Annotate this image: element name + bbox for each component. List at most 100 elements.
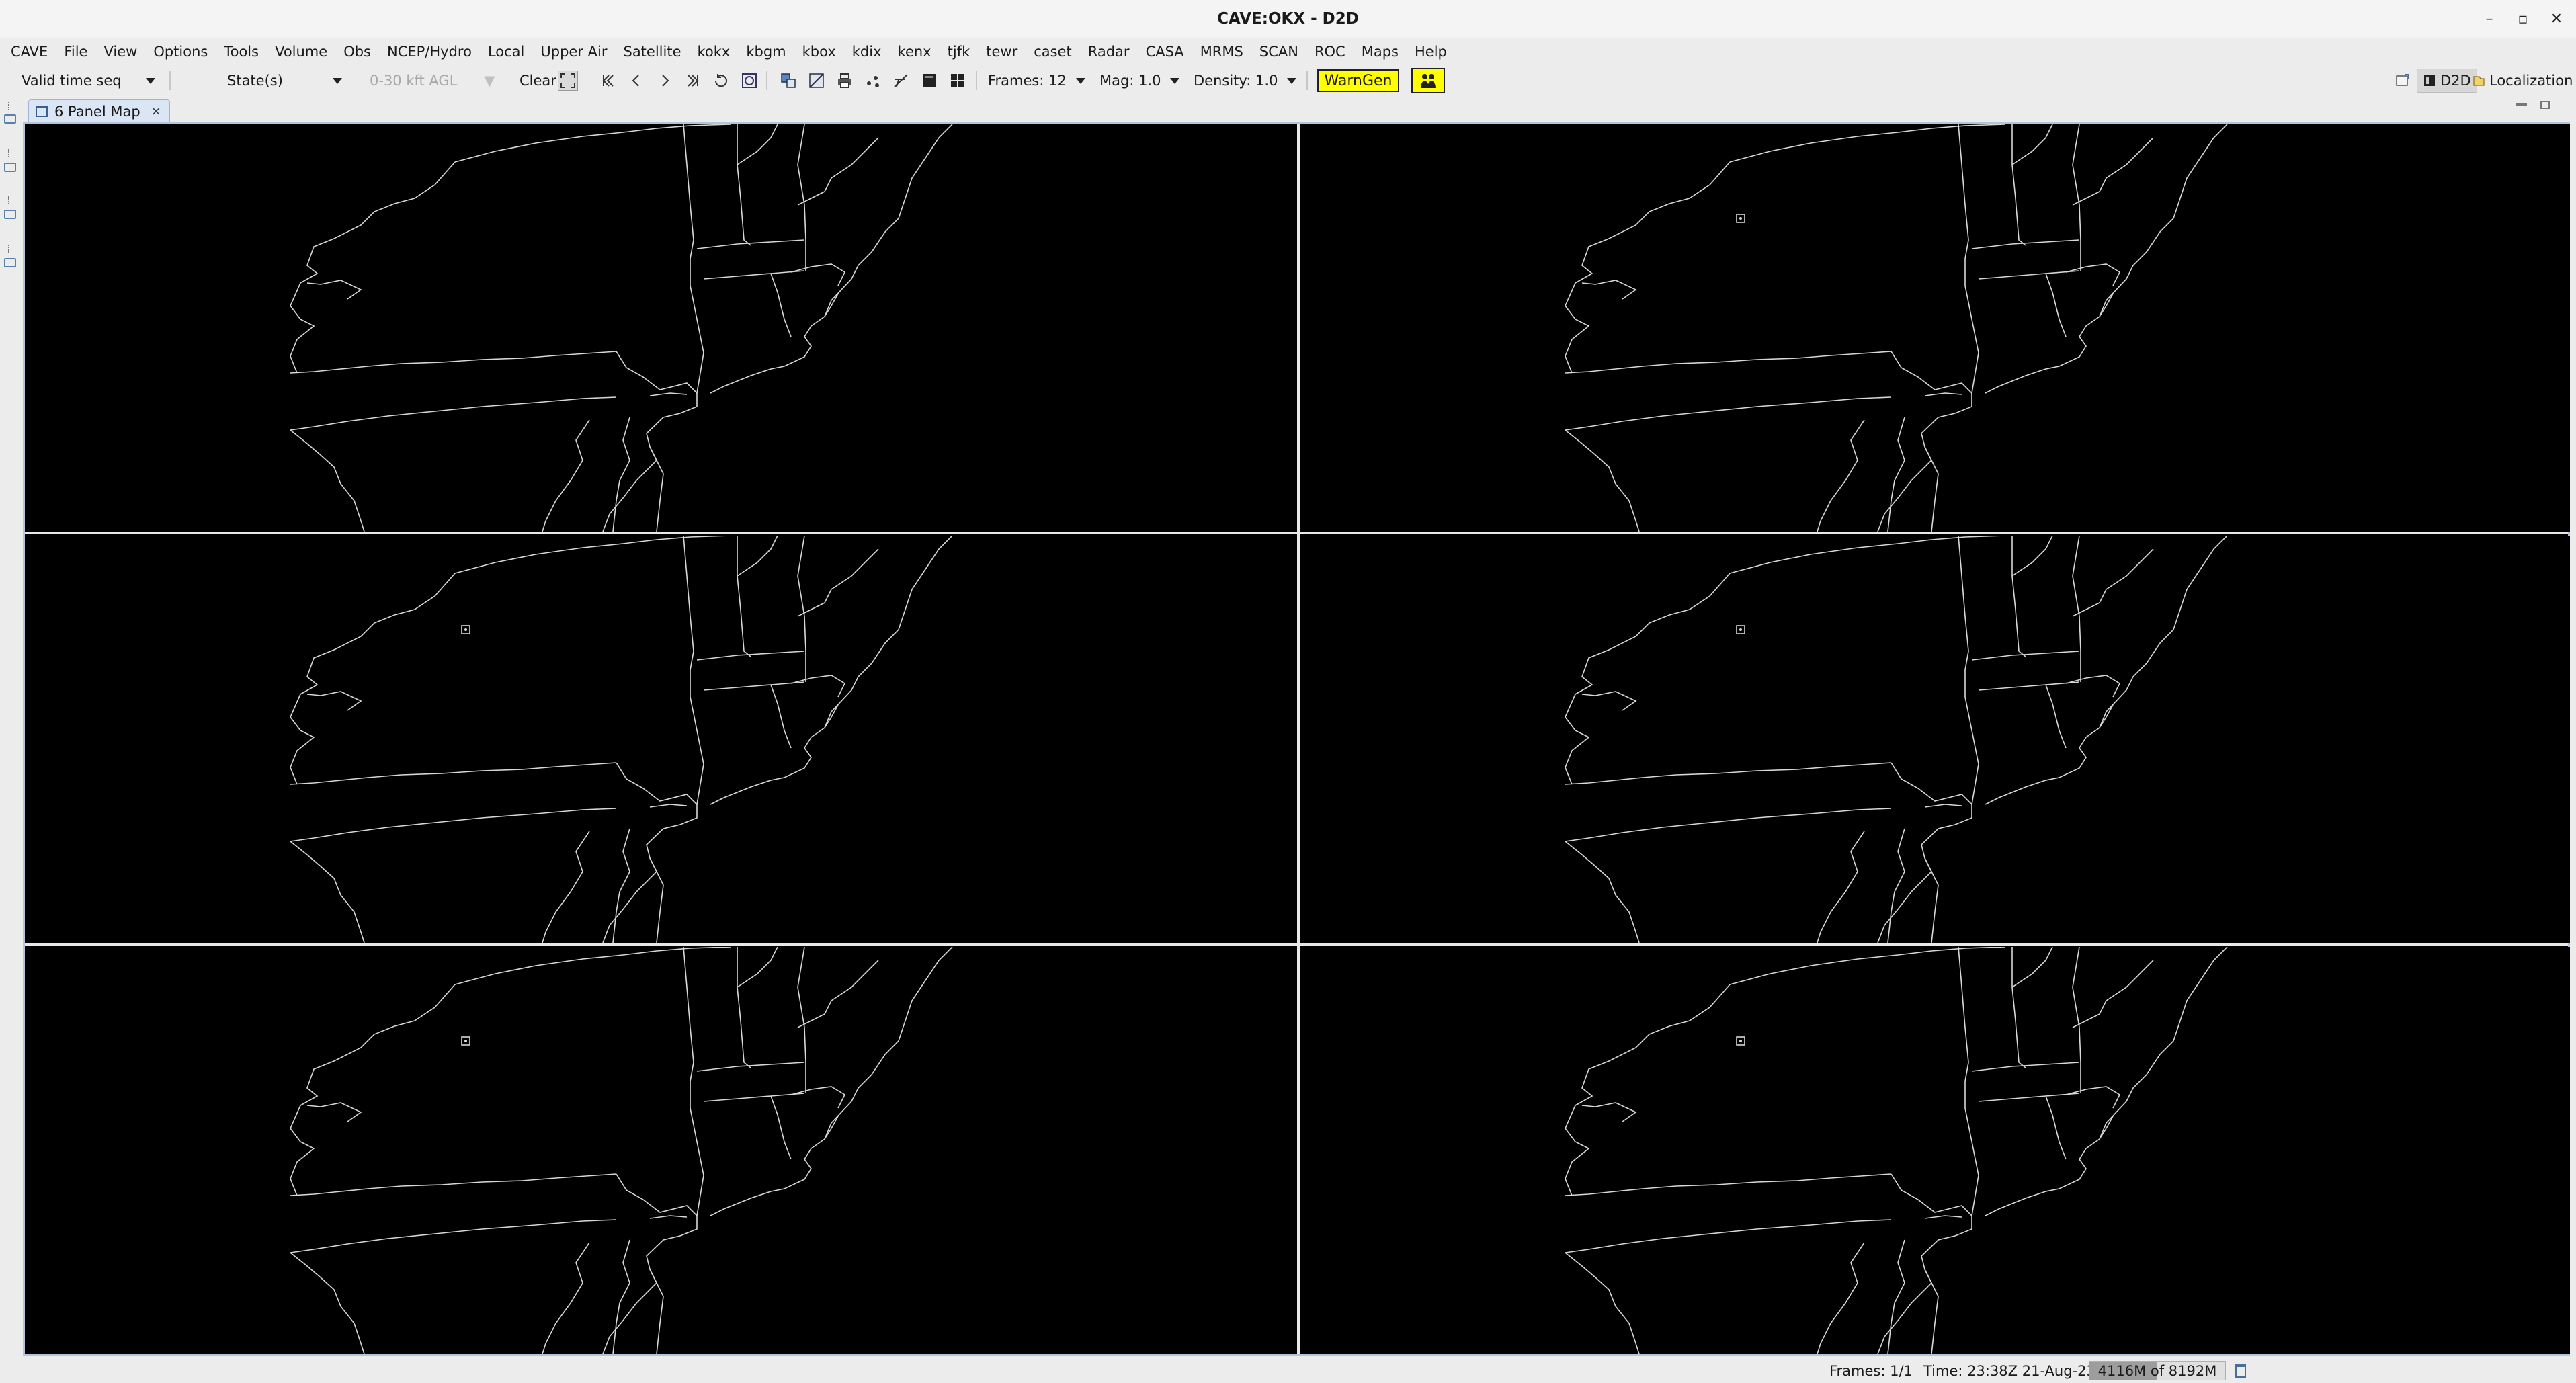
minimize-icon[interactable]: – (2474, 5, 2505, 32)
state-boundary (1924, 392, 1962, 396)
state-boundary (290, 351, 617, 374)
menu-file[interactable]: File (56, 38, 95, 66)
state-boundary (2011, 124, 2026, 246)
state-boundary (454, 947, 731, 985)
perspective-localization[interactable]: Localization (2472, 69, 2573, 93)
state-boundary (824, 124, 953, 317)
print-icon[interactable] (835, 71, 855, 91)
menu-upper-air[interactable]: Upper Air (532, 38, 615, 66)
state-boundary (1565, 1219, 1892, 1253)
state-boundary (797, 960, 879, 1028)
points-icon[interactable] (863, 71, 883, 91)
state-boundary (1985, 1116, 2114, 1216)
menu-satellite[interactable]: Satellite (615, 38, 689, 66)
map-panel-5[interactable] (25, 947, 1295, 1354)
menu-volume[interactable]: Volume (267, 38, 335, 66)
trim-handle[interactable] (8, 149, 11, 157)
zoom-extent-icon[interactable] (558, 71, 578, 91)
menu-tools[interactable]: Tools (216, 38, 267, 66)
menu-caset[interactable]: caset (1026, 38, 1080, 66)
baselines-icon[interactable] (891, 71, 911, 91)
image-combination-icon[interactable] (806, 71, 827, 91)
menu-tjfk[interactable]: tjfk (940, 38, 979, 66)
menu-view[interactable]: View (95, 38, 145, 66)
state-boundary (649, 1269, 664, 1354)
menu-kbgm[interactable]: kbgm (738, 38, 794, 66)
state-boundary (824, 536, 953, 728)
restore-view-icon[interactable] (4, 114, 16, 124)
restore-view-icon[interactable] (4, 210, 16, 219)
trim-handle[interactable] (8, 245, 11, 253)
map-panel-4[interactable] (1300, 536, 2570, 943)
states-dropdown[interactable]: State(s) (227, 69, 342, 93)
cave-perspective-icon[interactable] (1411, 68, 1445, 93)
layer-label: 0-30 kft AGL (370, 73, 458, 89)
minimize-icon[interactable] (2516, 103, 2527, 106)
menu-radar[interactable]: Radar (1080, 38, 1138, 66)
mag-dropdown[interactable]: Mag: 1.0 (1099, 69, 1180, 93)
state-boundary (1729, 536, 2006, 574)
trim-handle[interactable] (8, 102, 11, 110)
menu-help[interactable]: Help (1407, 38, 1455, 66)
memory-meter: 4116M of 8192M (2089, 1361, 2226, 1380)
four-panel-icon[interactable] (948, 71, 968, 91)
warngen-button[interactable]: WarnGen (1317, 69, 1399, 92)
image-properties-icon[interactable] (778, 71, 798, 91)
state-boundary (737, 536, 751, 657)
menu-cave[interactable]: CAVE (3, 38, 56, 66)
restore-view-icon[interactable] (4, 163, 16, 172)
menu-maps[interactable]: Maps (1354, 38, 1407, 66)
density-dropdown[interactable]: Density: 1.0 (1194, 69, 1297, 93)
menu-scan[interactable]: SCAN (1251, 38, 1306, 66)
state-boundary (770, 273, 792, 337)
perspective-d2d[interactable]: D2D (2417, 69, 2477, 93)
close-icon[interactable]: × (151, 104, 161, 118)
restore-view-icon[interactable] (4, 258, 16, 267)
state-boundary (2011, 536, 2026, 657)
menu-casa[interactable]: CASA (1138, 38, 1192, 66)
time-status: Time: 23:38Z 21-Aug-23 (1923, 1363, 2095, 1379)
clear-button[interactable]: Clear (520, 69, 556, 93)
single-panel-icon[interactable] (919, 71, 940, 91)
tab-6-panel-map[interactable]: 6 Panel Map × (28, 99, 170, 122)
last-frame-icon[interactable] (683, 71, 703, 91)
menu-mrms[interactable]: MRMS (1192, 38, 1251, 66)
first-frame-icon[interactable] (598, 71, 618, 91)
map-panel-6[interactable] (1300, 947, 2570, 1354)
map-panel-2[interactable] (1300, 124, 2570, 532)
loop-icon[interactable] (711, 71, 731, 91)
state-boundary (306, 691, 362, 711)
menu-obs[interactable]: Obs (335, 38, 379, 66)
menu-tewr[interactable]: tewr (978, 38, 1026, 66)
map-panel-3[interactable] (25, 536, 1295, 943)
menu-kdix[interactable]: kdix (844, 38, 890, 66)
menu-kokx[interactable]: kokx (690, 38, 739, 66)
menu-local[interactable]: Local (480, 38, 532, 66)
menu-bar: CAVE File View Options Tools Volume Obs NCEP/Hy… (0, 38, 2576, 66)
layer-dropdown: 0-30 kft AGL ▼ (370, 69, 495, 93)
trim-handle[interactable] (8, 196, 11, 204)
loop-properties-icon[interactable] (739, 71, 759, 91)
toolbar-separator (169, 71, 171, 90)
menu-kenx[interactable]: kenx (890, 38, 940, 66)
time-seq-dropdown[interactable]: Valid time seq (22, 69, 155, 93)
state-boundary (2011, 947, 2026, 1068)
d2d-icon (2424, 75, 2435, 86)
state-boundary (1971, 1062, 2080, 1072)
state-boundary (542, 1242, 590, 1354)
menu-ncep-hydro[interactable]: NCEP/Hydro (379, 38, 480, 66)
close-icon[interactable]: ✕ (2541, 5, 2572, 32)
open-perspective-icon[interactable] (2393, 71, 2413, 91)
menu-roc[interactable]: ROC (1306, 38, 1354, 66)
state-boundary (1565, 351, 1892, 374)
maximize-icon[interactable] (2540, 101, 2550, 109)
maximize-icon[interactable]: ▫ (2507, 5, 2538, 32)
next-frame-icon[interactable] (655, 71, 675, 91)
frames-dropdown[interactable]: Frames: 12 (988, 69, 1085, 93)
state-boundary (1565, 808, 1892, 842)
menu-options[interactable]: Options (145, 38, 216, 66)
trash-icon[interactable] (2235, 1364, 2246, 1378)
previous-frame-icon[interactable] (626, 71, 647, 91)
map-panel-1[interactable] (25, 124, 1295, 532)
menu-kbox[interactable]: kbox (794, 38, 844, 66)
